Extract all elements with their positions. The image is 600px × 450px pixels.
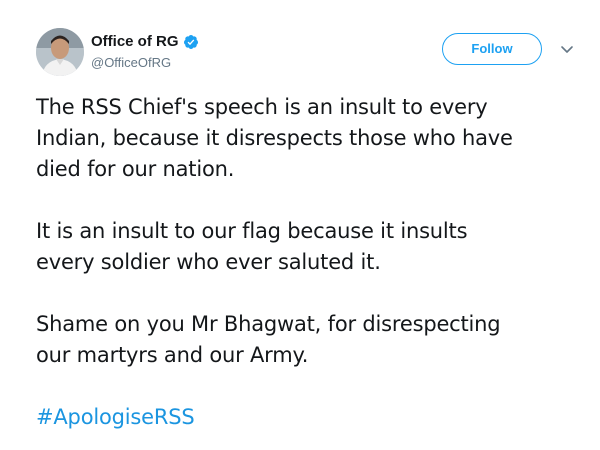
author-name-line: Office of RG: [91, 32, 199, 52]
tweet-text: The RSS Chief's speech is an insult to e…: [36, 92, 586, 433]
avatar[interactable]: [36, 28, 84, 76]
tweet-line: Indian, because it disrespects those who…: [36, 126, 513, 150]
follow-button[interactable]: Follow: [442, 33, 542, 65]
tweet-line: our martyrs and our Army.: [36, 343, 309, 367]
tweet-card: Office of RG @OfficeOfRG Follow The RSS …: [0, 0, 600, 450]
tweet-header: Office of RG @OfficeOfRG Follow: [36, 28, 586, 80]
tweet-line: died for our nation.: [36, 157, 235, 181]
tweet-line: Shame on you Mr Bhagwat, for disrespecti…: [36, 312, 501, 336]
author-info: Office of RG @OfficeOfRG: [91, 32, 199, 72]
tweet-paragraph: Shame on you Mr Bhagwat, for disrespecti…: [36, 309, 586, 371]
author-handle[interactable]: @OfficeOfRG: [91, 54, 199, 72]
author-display-name[interactable]: Office of RG: [91, 32, 179, 52]
tweet-line: It is an insult to our flag because it i…: [36, 219, 468, 243]
verified-badge-icon: [183, 34, 199, 50]
tweet-line: every soldier who ever saluted it.: [36, 250, 381, 274]
chevron-down-icon[interactable]: [558, 40, 576, 58]
avatar-photo-icon: [36, 28, 84, 76]
tweet-paragraph: #ApologiseRSS: [36, 402, 586, 433]
tweet-line: The RSS Chief's speech is an insult to e…: [36, 95, 488, 119]
hashtag-link[interactable]: #ApologiseRSS: [36, 402, 586, 433]
tweet-paragraph: The RSS Chief's speech is an insult to e…: [36, 92, 586, 185]
tweet-paragraph: It is an insult to our flag because it i…: [36, 216, 586, 278]
